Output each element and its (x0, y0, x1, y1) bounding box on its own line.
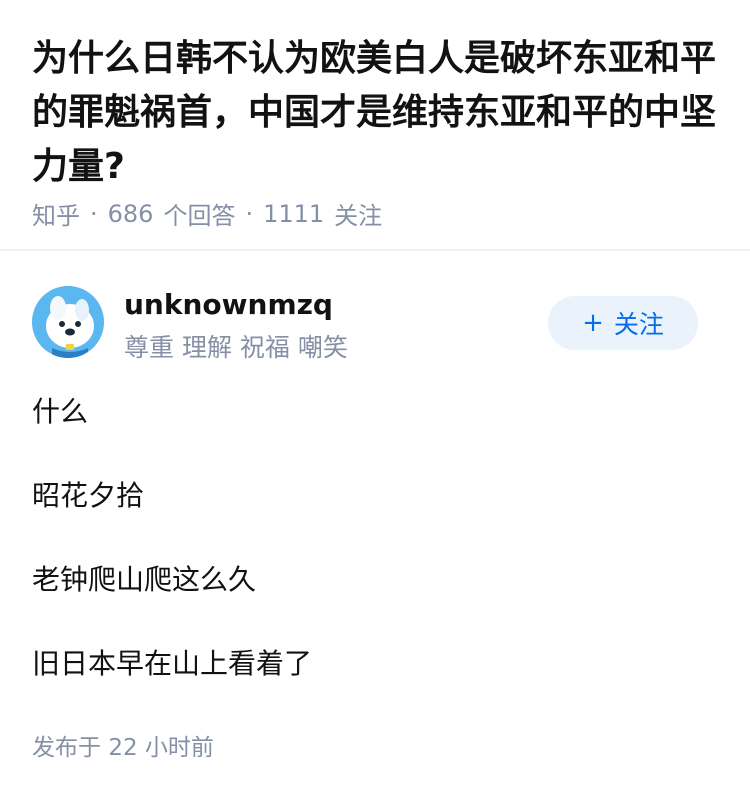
author-bio: 尊重 理解 祝福 嘲笑 (124, 333, 348, 362)
paragraph: 昭花夕拾 (32, 479, 145, 512)
author-row: unknownmzq 尊重 理解 祝福 嘲笑 + 关注 (32, 286, 718, 362)
answer-content: 什么 昭花夕拾 老钟爬山爬这么久 旧日本早在山上看着了 (32, 392, 718, 728)
separator-dot: · (90, 199, 98, 228)
publish-time: 发布于 22 小时前 (32, 728, 214, 762)
question-title[interactable]: 为什么日韩不认为欧美白人是破坏东亚和平的罪魁祸首，中国才是维持东亚和平的中坚力量… (32, 32, 718, 194)
cartoon-dog-avatar-icon (32, 286, 104, 358)
avatar[interactable] (32, 286, 104, 358)
question-header: 为什么日韩不认为欧美白人是破坏东亚和平的罪魁祸首，中国才是维持东亚和平的中坚力量… (0, 0, 750, 250)
publish-prefix: 发布于 (32, 735, 101, 761)
author-name[interactable]: unknownmzq (124, 288, 333, 321)
section-divider (0, 249, 750, 251)
paragraph: 什么 (32, 395, 89, 428)
separator-dot-2: · (245, 199, 254, 228)
publish-time-value: 22 小时前 (108, 735, 214, 761)
paragraph: 老钟爬山爬这么久 (32, 563, 257, 596)
paragraph: 旧日本早在山上看着了 (32, 647, 313, 680)
question-meta: 知乎 · 686 个回答 · 1111 关注 (32, 196, 382, 231)
plus-icon: + (582, 308, 604, 338)
follow-button[interactable]: + 关注 (548, 296, 698, 350)
answer-count: 686 (107, 199, 154, 228)
follower-count: 1111 (263, 199, 325, 228)
follow-button-label: 关注 (613, 310, 664, 339)
follower-label: 关注 (334, 202, 383, 230)
source-label[interactable]: 知乎 (32, 196, 80, 231)
answer-label: 个回答 (163, 202, 236, 230)
